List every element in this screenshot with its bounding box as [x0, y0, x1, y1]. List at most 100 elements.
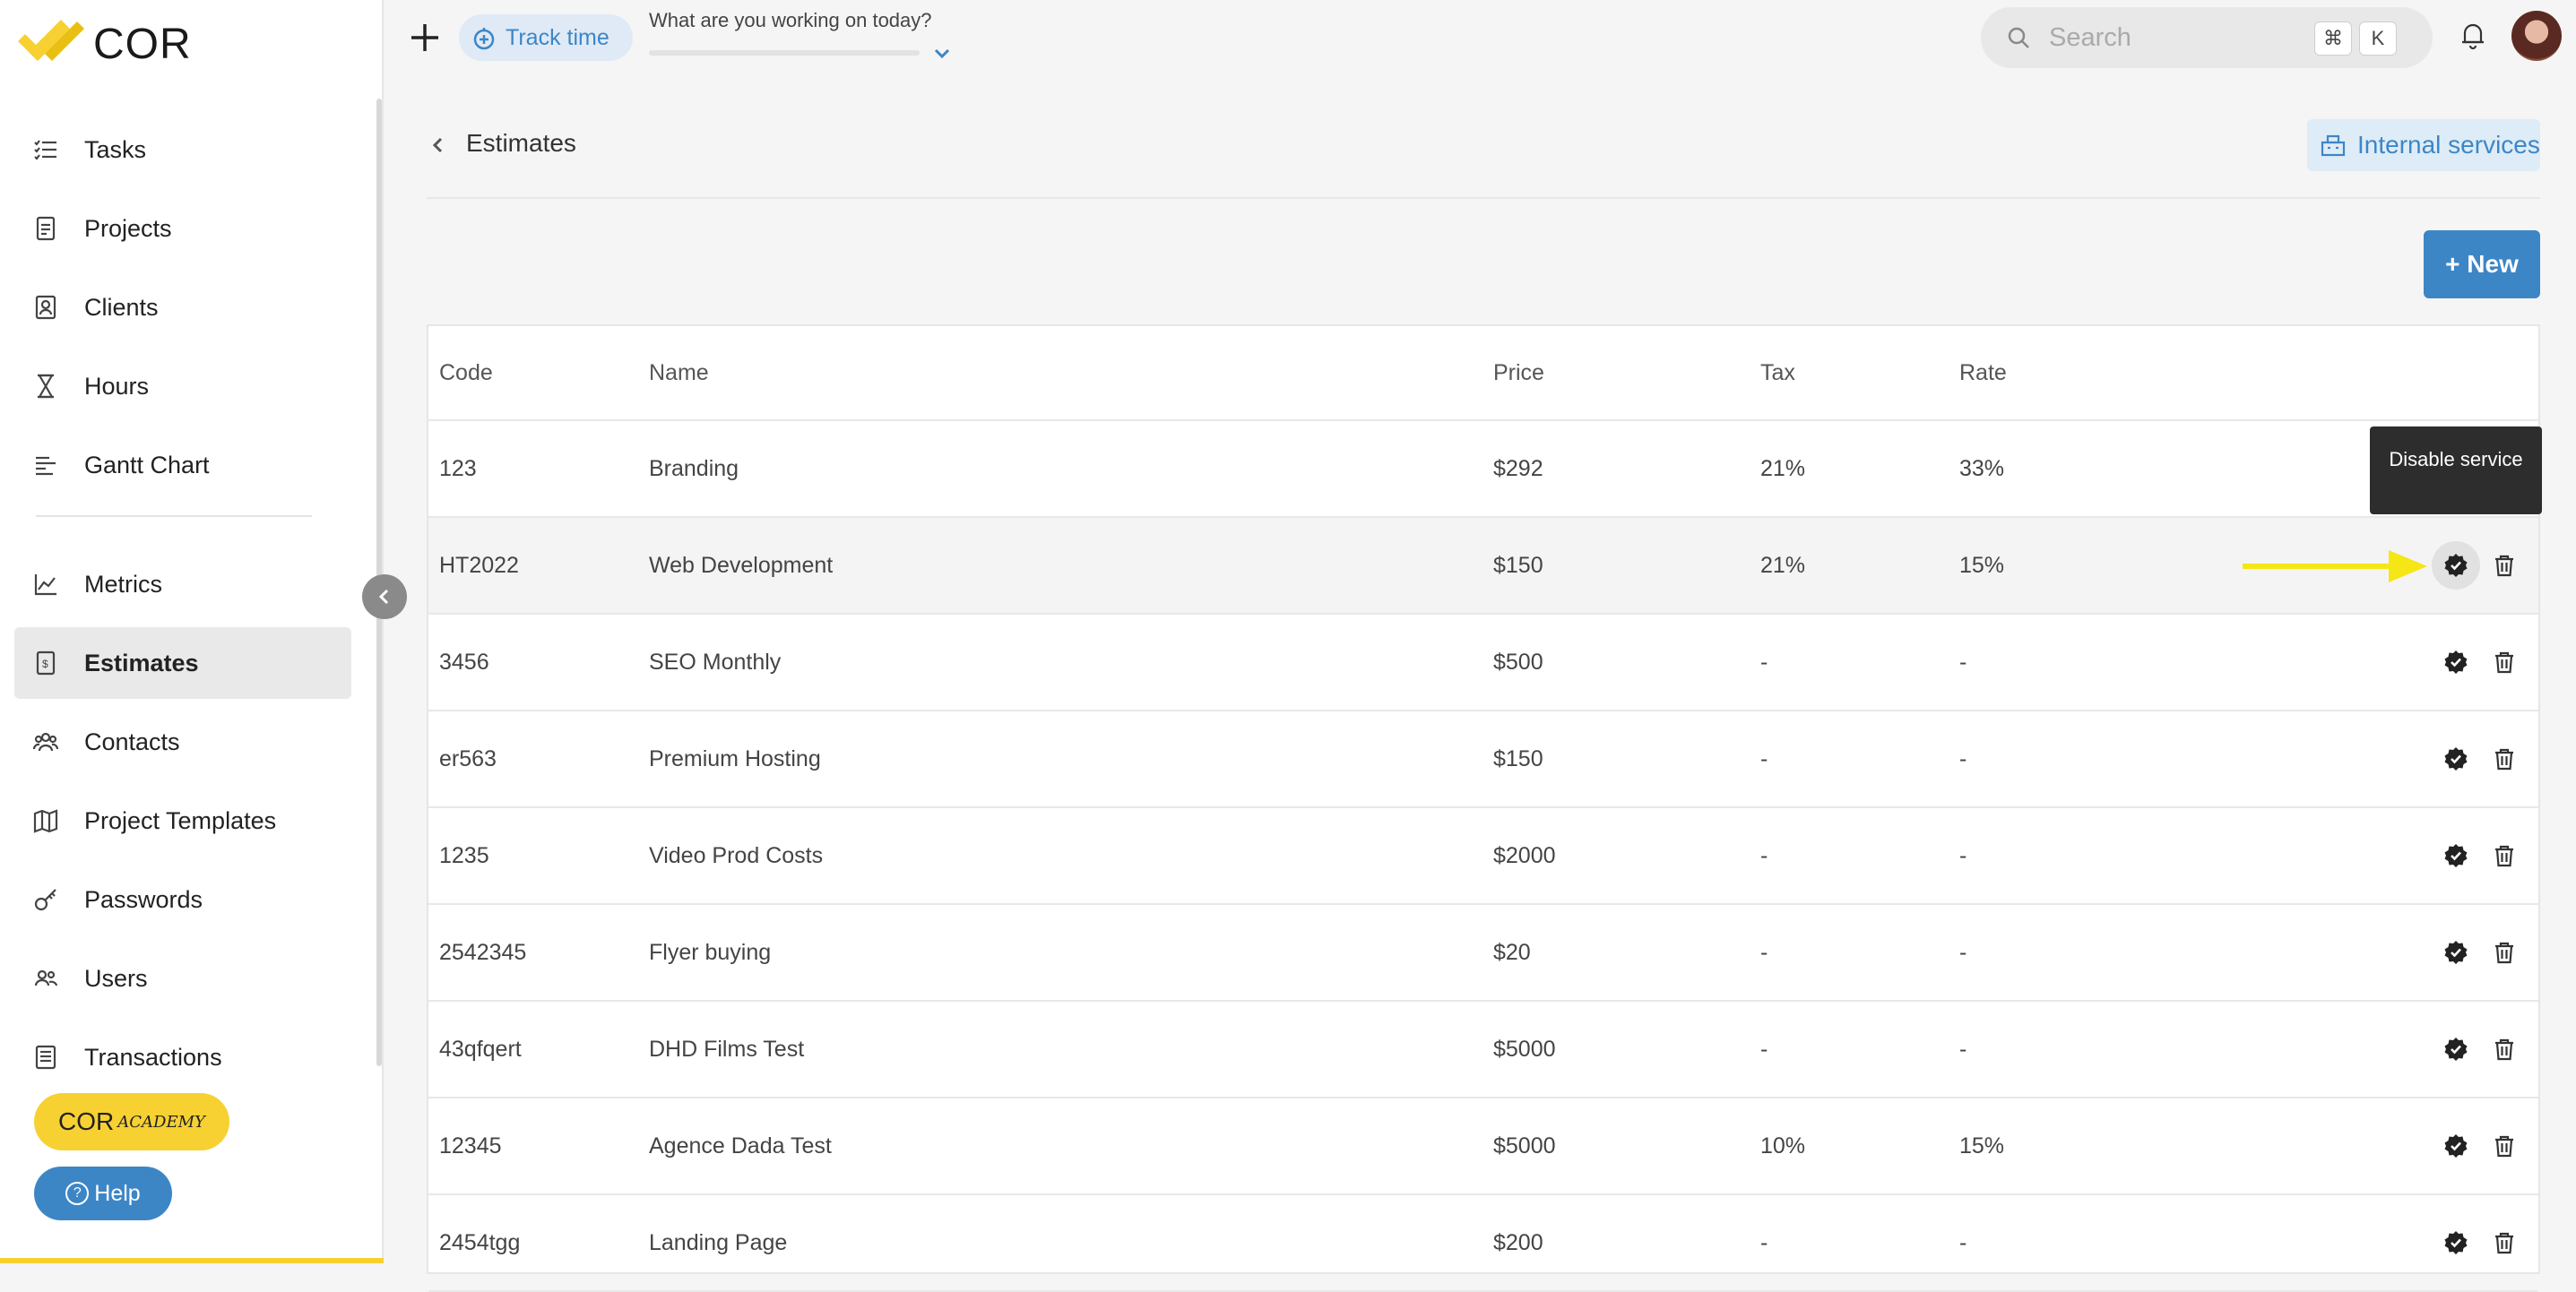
cell-tax: 10%: [1760, 1133, 1806, 1158]
column-header-code[interactable]: Code: [439, 326, 493, 419]
gantt-icon: [32, 452, 59, 478]
cell-price: $150: [1493, 745, 1543, 771]
disable-service-check-icon[interactable]: [2438, 808, 2474, 903]
chevron-down-icon[interactable]: [932, 43, 952, 63]
contacts-icon: [32, 728, 59, 755]
sidebar-item-gantt-chart[interactable]: Gantt Chart: [14, 429, 351, 501]
annotation-arrow: [2243, 550, 2427, 582]
sidebar: COR Tasks Projects Clients Hours Gantt Chart…: [0, 0, 384, 1263]
help-icon: ?: [65, 1182, 90, 1205]
disable-service-check-icon[interactable]: [2438, 711, 2474, 806]
column-header-rate[interactable]: Rate: [1959, 326, 2007, 419]
tasks-icon: [32, 136, 59, 163]
hourglass-icon: [32, 373, 59, 400]
disable-service-check-icon[interactable]: [2438, 1195, 2474, 1290]
sidebar-item-estimates[interactable]: $ Estimates: [14, 627, 351, 699]
disable-service-check-icon[interactable]: [2438, 1002, 2474, 1097]
cell-code: 123: [439, 455, 477, 481]
cell-tax: -: [1760, 745, 1768, 771]
table-row[interactable]: er563 Premium Hosting $150 - -: [428, 711, 2538, 808]
table-row[interactable]: 3456 SEO Monthly $500 - -: [428, 615, 2538, 711]
bottom-strip: [0, 1258, 384, 1263]
cell-code: 12345: [439, 1133, 502, 1158]
delete-trash-icon[interactable]: [2486, 711, 2522, 806]
sidebar-item-tasks[interactable]: Tasks: [14, 114, 351, 185]
sidebar-item-project-templates[interactable]: Project Templates: [14, 785, 351, 857]
header-divider: [427, 197, 2540, 199]
user-avatar[interactable]: [2511, 11, 2562, 61]
table-row[interactable]: 43qfqert DHD Films Test $5000 - -: [428, 1002, 2538, 1098]
sidebar-item-passwords[interactable]: Passwords: [14, 864, 351, 935]
table-row[interactable]: 123 Branding $292 21% 33%: [428, 421, 2538, 518]
sidebar-item-label: Hours: [84, 372, 150, 400]
working-on-field[interactable]: [649, 50, 920, 56]
disable-service-check-icon[interactable]: [2438, 518, 2474, 613]
sidebar-item-metrics[interactable]: Metrics: [14, 548, 351, 620]
collapse-sidebar-button[interactable]: [362, 574, 407, 619]
sidebar-item-clients[interactable]: Clients: [14, 271, 351, 343]
delete-trash-icon[interactable]: [2486, 905, 2522, 1000]
column-header-name[interactable]: Name: [649, 326, 709, 419]
disable-service-check-icon[interactable]: [2438, 905, 2474, 1000]
search-input[interactable]: [2047, 22, 2320, 54]
key-icon: [32, 886, 59, 913]
cell-tax: 21%: [1760, 552, 1806, 578]
transactions-icon: [32, 1044, 59, 1071]
help-button[interactable]: ? Help: [34, 1167, 172, 1220]
shortcut-k-key: K: [2359, 22, 2397, 56]
academy-label: COR: [58, 1107, 115, 1135]
delete-trash-icon[interactable]: [2486, 808, 2522, 903]
column-header-price[interactable]: Price: [1493, 326, 1544, 419]
cell-code: 43qfqert: [439, 1036, 522, 1062]
table-header-row: Code Name Price Tax Rate: [428, 326, 2538, 421]
cell-tax: -: [1760, 649, 1768, 675]
cell-price: $200: [1493, 1229, 1543, 1255]
cell-price: $5000: [1493, 1036, 1556, 1062]
notifications-bell-icon[interactable]: [2456, 18, 2494, 56]
track-time-label: Track time: [506, 24, 609, 50]
delete-trash-icon[interactable]: [2486, 1002, 2522, 1097]
column-header-tax[interactable]: Tax: [1760, 326, 1795, 419]
clients-icon: [32, 294, 59, 321]
cell-rate: -: [1959, 842, 1967, 868]
new-estimate-button[interactable]: + New: [2424, 230, 2540, 298]
sidebar-item-label: Users: [84, 964, 148, 992]
search-box[interactable]: ⌘ K: [1981, 7, 2433, 68]
delete-trash-icon[interactable]: [2486, 615, 2522, 710]
working-on-prompt[interactable]: What are you working on today?: [649, 9, 932, 32]
table-row[interactable]: 12345 Agence Dada Test $5000 10% 15%: [428, 1098, 2538, 1195]
logo[interactable]: COR: [18, 13, 192, 75]
svg-text:$: $: [42, 658, 48, 670]
cell-rate: 15%: [1959, 552, 2005, 578]
cell-code: HT2022: [439, 552, 519, 578]
delete-trash-icon[interactable]: [2486, 1195, 2522, 1290]
stopwatch-icon: [473, 28, 495, 50]
sidebar-item-projects[interactable]: Projects: [14, 193, 351, 264]
sidebar-item-hours[interactable]: Hours: [14, 350, 351, 422]
delete-trash-icon[interactable]: [2486, 1098, 2522, 1193]
quick-add-button[interactable]: [405, 18, 445, 57]
cell-rate: 33%: [1959, 455, 2005, 481]
sidebar-item-transactions[interactable]: Transactions: [14, 1021, 351, 1093]
cell-price: $20: [1493, 939, 1531, 965]
cor-academy-button[interactable]: COR ACADEMY: [34, 1093, 229, 1150]
table-row[interactable]: 1235 Video Prod Costs $2000 - -: [428, 808, 2538, 905]
table-row[interactable]: HT2022 Web Development $150 21% 15%: [428, 518, 2538, 615]
disable-service-check-icon[interactable]: [2438, 1098, 2474, 1193]
internal-services-button[interactable]: Internal services: [2307, 119, 2540, 171]
back-chevron-icon[interactable]: [428, 134, 448, 156]
sidebar-item-users[interactable]: Users: [14, 943, 351, 1014]
sidebar-item-label: Contacts: [84, 728, 180, 755]
cell-code: er563: [439, 745, 497, 771]
track-time-button[interactable]: Track time: [459, 14, 633, 61]
cell-price: $292: [1493, 455, 1543, 481]
table-row[interactable]: 2454tgg Landing Page $200 - -: [428, 1195, 2538, 1292]
table-row[interactable]: 2542345 Flyer buying $20 - -: [428, 905, 2538, 1002]
cell-tax: -: [1760, 842, 1768, 868]
sidebar-item-contacts[interactable]: Contacts: [14, 706, 351, 778]
chevron-left-icon: [378, 589, 389, 605]
brand-name: COR: [93, 20, 192, 68]
metrics-icon: [32, 571, 59, 598]
disable-service-check-icon[interactable]: [2438, 615, 2474, 710]
delete-trash-icon[interactable]: [2486, 518, 2522, 613]
